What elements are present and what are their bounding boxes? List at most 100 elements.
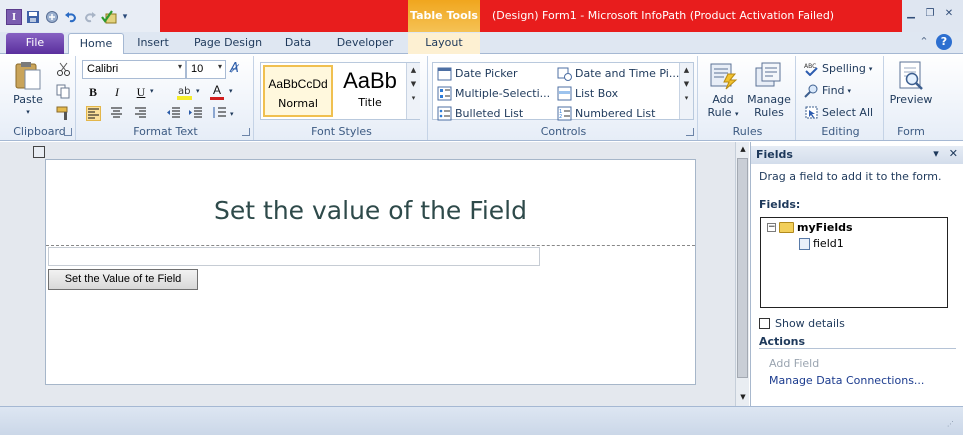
redo-icon	[82, 9, 98, 25]
control-numbered-list-label: Numbered List	[575, 107, 656, 120]
preview-check-icon[interactable]	[101, 9, 117, 25]
clipboard-group: Paste ▾ Clipboard	[4, 56, 76, 140]
highlight-icon[interactable]: ab	[176, 83, 192, 100]
control-bulleted-list-label: Bulleted List	[455, 107, 524, 120]
task-pane-title: Fields	[756, 148, 793, 161]
paste-icon	[13, 60, 43, 90]
add-rule-label-line2-text: Rule	[707, 106, 732, 119]
preview-button[interactable]: Preview	[888, 60, 934, 106]
table-select-handle[interactable]	[33, 146, 45, 158]
tab-file[interactable]: File	[6, 33, 64, 54]
control-list-box[interactable]: List Box	[557, 86, 618, 101]
find-label: Find	[822, 84, 845, 97]
highlight-dropdown-icon[interactable]: ▾	[196, 87, 200, 95]
style-normal[interactable]: AaBbCcDd Normal	[263, 65, 333, 117]
tab-layout[interactable]: Layout	[408, 33, 480, 55]
show-details-checkbox[interactable]	[759, 318, 770, 329]
underline-dropdown-icon[interactable]: ▾	[150, 87, 154, 95]
scroll-up-arrow-icon[interactable]: ▲	[737, 143, 749, 156]
undo-icon[interactable]	[63, 9, 79, 25]
tab-page-design[interactable]: Page Design	[184, 33, 272, 55]
publish-icon[interactable]	[44, 9, 60, 25]
italic-button[interactable]: I	[108, 83, 126, 101]
tab-developer[interactable]: Developer	[326, 33, 404, 55]
editing-group: ABC Spelling ▾ Find ▾ Select All Editing	[798, 56, 884, 140]
controls-group: Date Picker Date and Time Pi... Multiple…	[430, 56, 698, 140]
find-icon	[804, 84, 818, 98]
task-pane-menu-icon[interactable]: ▾	[933, 147, 939, 160]
paste-button[interactable]: Paste ▾	[10, 60, 46, 119]
control-bulleted-list[interactable]: Bulleted List	[437, 106, 523, 121]
line-spacing-dropdown-icon[interactable]: ▾	[230, 110, 234, 118]
canvas-vertical-scrollbar[interactable]: ▲ ▼	[735, 142, 749, 406]
field1-textbox[interactable]	[48, 247, 540, 266]
manage-rules-button[interactable]: Manage Rules	[746, 60, 792, 119]
minimize-icon[interactable]: ▁	[904, 8, 918, 20]
decrease-indent-icon[interactable]	[166, 106, 181, 121]
add-rule-label-line2: Rule ▾	[707, 106, 739, 119]
table-border-line	[46, 245, 695, 246]
show-details-row[interactable]: Show details	[759, 317, 845, 330]
resize-grip-icon[interactable]: ⋰	[947, 420, 957, 430]
control-date-picker[interactable]: Date Picker	[437, 66, 518, 81]
controls-gallery-scroll[interactable]: ▲ ▼ ▾	[679, 63, 693, 119]
control-date-time-picker[interactable]: Date and Time Pi...	[557, 66, 679, 81]
tab-insert[interactable]: Insert	[128, 33, 178, 55]
find-button[interactable]: Find ▾	[804, 83, 851, 98]
align-center-icon[interactable]	[110, 106, 125, 121]
customize-qat-icon[interactable]: ▾	[120, 9, 130, 25]
scroll-down-arrow-icon[interactable]: ▼	[737, 391, 749, 404]
title-bar: I ▾ Table Tools (Design) Form1 - Microso…	[0, 0, 963, 32]
line-spacing-icon[interactable]	[212, 106, 227, 121]
tree-node-myfields[interactable]: − myFields	[767, 221, 853, 234]
infopath-app-icon[interactable]: I	[6, 9, 22, 25]
control-multiple-selection[interactable]: Multiple-Selecti...	[437, 86, 550, 101]
font-color-letter: A	[212, 83, 221, 97]
svg-text:ABC: ABC	[804, 63, 816, 70]
form-page: Set the value of the Field Set the Value…	[45, 159, 696, 385]
help-icon[interactable]: ?	[936, 34, 952, 50]
task-pane-close-icon[interactable]: ✕	[949, 147, 958, 160]
clipboard-launcher-icon[interactable]	[64, 128, 72, 136]
controls-launcher-icon[interactable]	[686, 128, 694, 136]
fields-tree[interactable]: − myFields field1	[760, 217, 948, 308]
increase-indent-icon[interactable]	[188, 106, 203, 121]
form-title[interactable]: Set the value of the Field	[46, 196, 695, 225]
control-date-picker-label: Date Picker	[455, 67, 518, 80]
cut-icon[interactable]	[56, 62, 71, 77]
restore-icon[interactable]: ❐	[923, 8, 937, 20]
select-all-button[interactable]: Select All	[804, 105, 873, 120]
style-gallery-scroll[interactable]: ▲ ▼ ▾	[406, 63, 420, 119]
set-value-button[interactable]: Set the Value of te Field	[48, 269, 198, 290]
tab-home[interactable]: Home	[68, 33, 124, 56]
font-name-combo[interactable]: Calibri ▾	[82, 60, 186, 79]
minimize-ribbon-icon[interactable]: ⌃	[916, 34, 932, 50]
save-icon[interactable]	[25, 9, 41, 25]
clear-formatting-icon[interactable]: A̷	[230, 61, 245, 76]
spelling-button[interactable]: ABC Spelling ▾	[804, 61, 872, 76]
list-box-icon	[557, 86, 572, 101]
font-color-dropdown-icon[interactable]: ▾	[229, 87, 233, 95]
format-text-launcher-icon[interactable]	[242, 128, 250, 136]
format-painter-icon[interactable]	[56, 106, 71, 121]
ribbon-tab-row: File Home Insert Page Design Data Develo…	[0, 32, 963, 56]
manage-data-connections-link[interactable]: Manage Data Connections...	[769, 374, 924, 387]
scrollbar-thumb[interactable]	[737, 158, 748, 378]
tab-data[interactable]: Data	[276, 33, 320, 55]
preview-icon	[896, 60, 926, 90]
control-date-time-picker-label: Date and Time Pi...	[575, 67, 680, 80]
tree-node-field1[interactable]: field1	[799, 237, 844, 250]
close-icon[interactable]: ✕	[942, 8, 956, 20]
bold-button[interactable]: B	[84, 83, 102, 101]
control-numbered-list[interactable]: 12 Numbered List	[557, 106, 655, 121]
copy-icon[interactable]	[56, 84, 71, 99]
status-bar: ⋰	[0, 406, 963, 435]
style-title[interactable]: AaBb Title	[335, 65, 405, 117]
underline-button[interactable]: U	[132, 83, 150, 101]
font-size-combo[interactable]: 10 ▾	[186, 60, 226, 79]
align-left-icon[interactable]	[86, 106, 101, 121]
align-right-icon[interactable]	[134, 106, 149, 121]
collapse-toggle-icon[interactable]: −	[767, 223, 776, 232]
font-color-button[interactable]: A	[208, 81, 226, 100]
add-rule-button[interactable]: Add Rule ▾	[704, 60, 742, 121]
